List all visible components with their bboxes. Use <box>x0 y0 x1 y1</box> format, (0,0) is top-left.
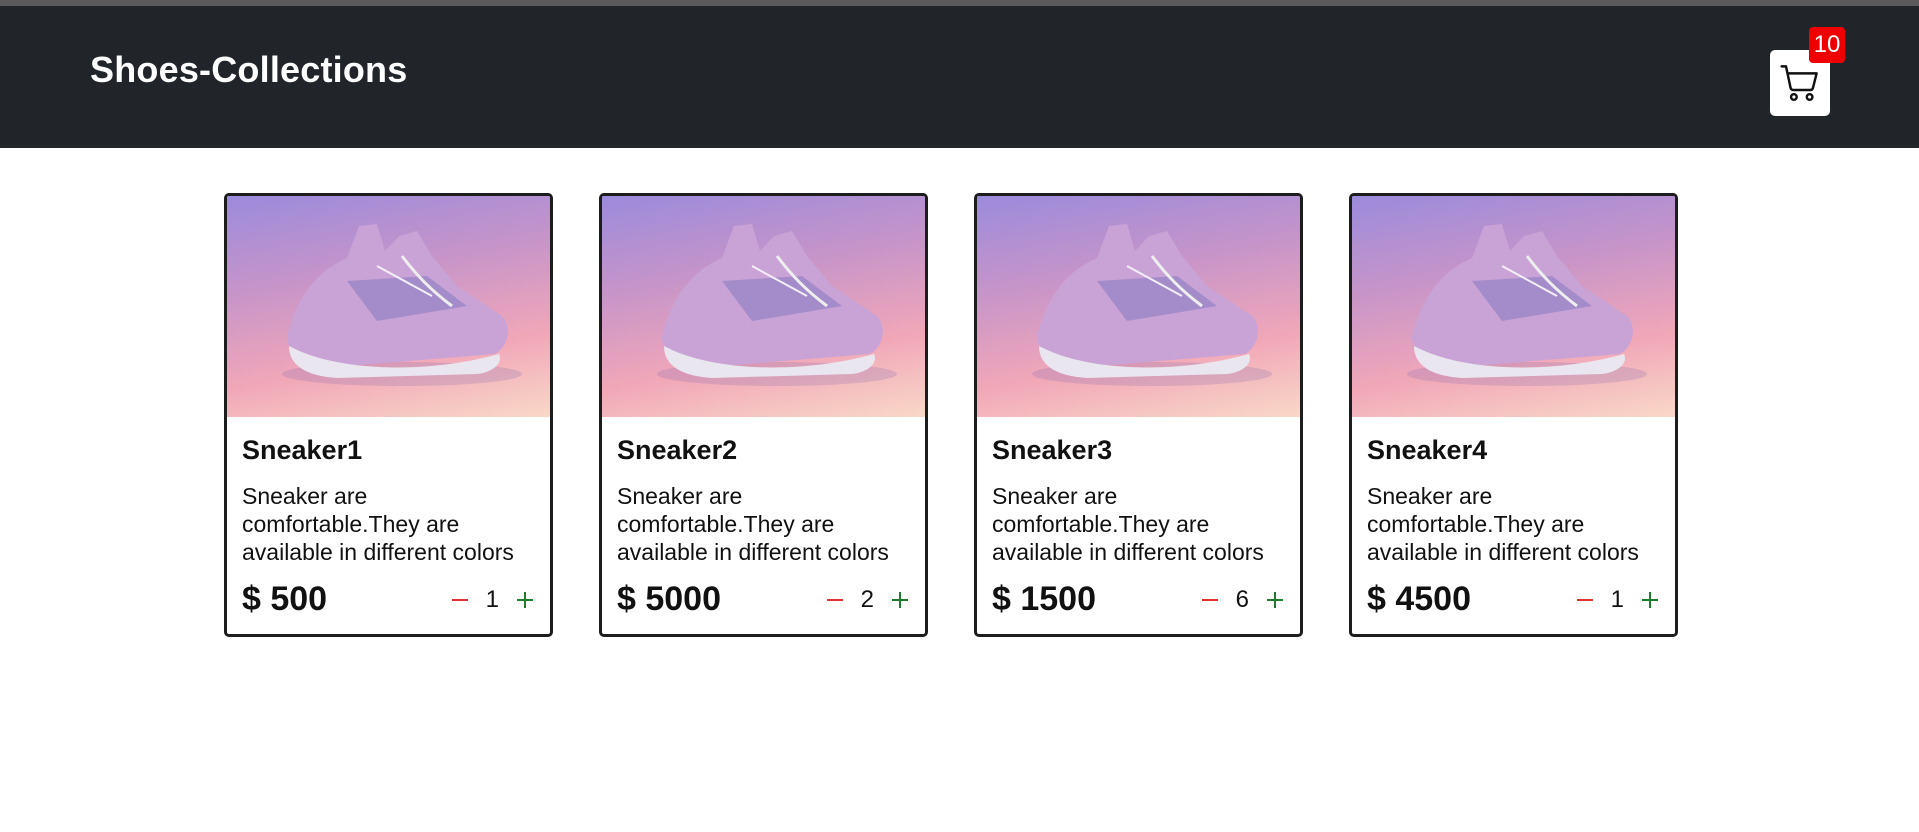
product-name: Sneaker1 <box>242 435 363 465</box>
quantity-stepper: 2 <box>825 586 910 614</box>
plus-icon <box>1267 591 1283 608</box>
increment-button[interactable] <box>515 590 535 610</box>
product-image <box>977 196 1300 417</box>
product-card: Sneaker2 Sneaker are comfortable.They ar… <box>599 193 928 637</box>
product-price: $ 500 <box>242 580 328 618</box>
shopping-cart-icon <box>1780 65 1818 102</box>
product-grid: Sneaker1 Sneaker are comfortable.They ar… <box>224 193 1678 637</box>
plus-icon <box>892 591 908 608</box>
product-card: Sneaker4 Sneaker are comfortable.They ar… <box>1349 193 1678 637</box>
product-name: Sneaker2 <box>617 435 738 465</box>
quantity-stepper: 1 <box>450 586 535 614</box>
cart-count-badge: 10 <box>1809 27 1845 63</box>
minus-icon <box>1576 598 1593 601</box>
plus-icon <box>517 591 533 608</box>
product-description: Sneaker are comfortable.They are availab… <box>242 483 514 565</box>
product-description: Sneaker are comfortable.They are availab… <box>1367 483 1639 565</box>
decrement-button[interactable] <box>825 590 845 610</box>
product-name: Sneaker4 <box>1367 435 1488 465</box>
quantity-value: 2 <box>860 585 874 613</box>
quantity-stepper: 6 <box>1200 586 1285 614</box>
product-name: Sneaker3 <box>992 435 1113 465</box>
quantity-value: 1 <box>1610 585 1624 613</box>
product-description: Sneaker are comfortable.They are availab… <box>617 483 889 565</box>
minus-icon <box>451 598 468 601</box>
minus-icon <box>826 598 843 601</box>
brand-title[interactable]: Shoes-Collections <box>90 49 407 91</box>
plus-icon <box>1642 591 1658 608</box>
navbar: Shoes-Collections 10 <box>0 6 1919 148</box>
decrement-button[interactable] <box>1575 590 1595 610</box>
product-price: $ 4500 <box>1367 580 1471 618</box>
product-description: Sneaker are comfortable.They are availab… <box>992 483 1264 565</box>
quantity-value: 1 <box>485 585 499 613</box>
product-image <box>602 196 925 417</box>
product-card: Sneaker1 Sneaker are comfortable.They ar… <box>224 193 553 637</box>
increment-button[interactable] <box>1265 590 1285 610</box>
increment-button[interactable] <box>890 590 910 610</box>
decrement-button[interactable] <box>1200 590 1220 610</box>
quantity-value: 6 <box>1235 585 1249 613</box>
decrement-button[interactable] <box>450 590 470 610</box>
increment-button[interactable] <box>1640 590 1660 610</box>
product-image <box>1352 196 1675 417</box>
quantity-stepper: 1 <box>1575 586 1660 614</box>
product-price: $ 5000 <box>617 580 721 618</box>
minus-icon <box>1201 598 1218 601</box>
product-card: Sneaker3 Sneaker are comfortable.They ar… <box>974 193 1303 637</box>
product-image <box>227 196 550 417</box>
product-price: $ 1500 <box>992 580 1096 618</box>
